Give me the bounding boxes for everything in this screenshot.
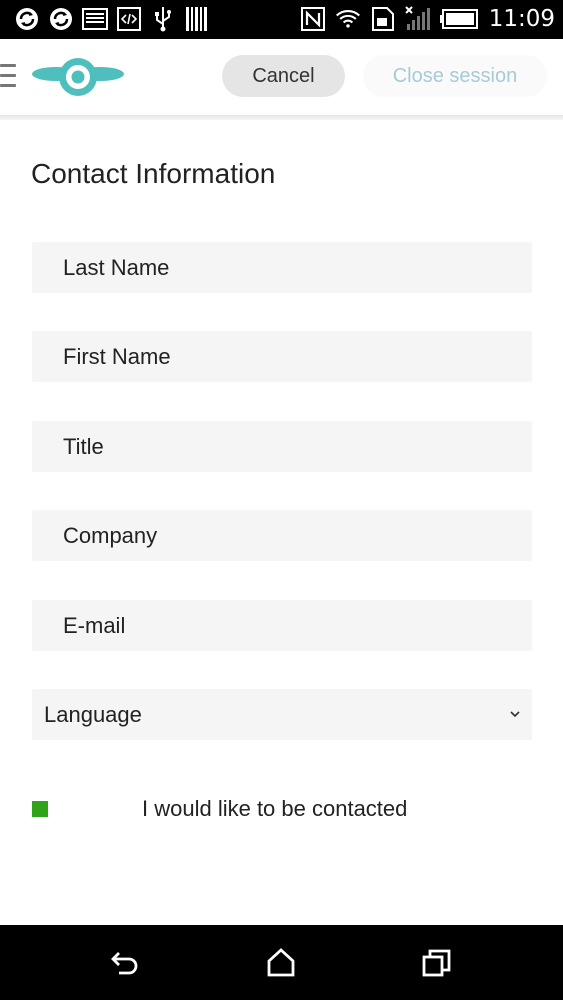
sync-icon [14, 6, 40, 32]
nfc-icon [300, 6, 326, 32]
usb-icon [150, 6, 176, 32]
menu-icon[interactable] [0, 64, 16, 90]
status-left-icons [14, 6, 210, 32]
image-icon [82, 6, 108, 32]
status-time: 11:09 [488, 6, 555, 32]
battery-icon [439, 6, 478, 32]
email-field[interactable]: E-mail [32, 600, 532, 651]
wifi-icon [335, 6, 361, 32]
company-field[interactable]: Company [32, 510, 532, 561]
app-header: Cancel Close session [0, 39, 563, 115]
cancel-button[interactable]: Cancel [222, 55, 345, 97]
home-icon[interactable] [265, 947, 297, 979]
barcode-icon [184, 6, 210, 32]
language-select[interactable]: Language [32, 689, 532, 740]
first-name-field[interactable]: First Name [32, 331, 532, 382]
page-title: Contact Information [31, 158, 276, 189]
code-icon [116, 6, 142, 32]
app-logo [30, 55, 126, 99]
system-nav-bar [0, 925, 563, 1000]
contact-opt-in-label: I would like to be contacted [142, 796, 408, 821]
back-icon[interactable] [109, 947, 141, 979]
close-session-button[interactable]: Close session [363, 55, 547, 97]
language-select-value: Language [44, 701, 142, 727]
title-field[interactable]: Title [32, 421, 532, 472]
status-bar: 11:09 [0, 0, 563, 39]
sim-icon [370, 6, 396, 32]
contact-opt-in-checkbox[interactable] [32, 801, 48, 817]
chevron-down-icon [510, 711, 520, 718]
signal-icon [404, 6, 431, 32]
last-name-field[interactable]: Last Name [32, 242, 532, 293]
status-right-icons: 11:09 [300, 6, 555, 32]
sync-icon [48, 6, 74, 32]
header-divider [0, 115, 563, 120]
recents-icon[interactable] [421, 947, 453, 979]
